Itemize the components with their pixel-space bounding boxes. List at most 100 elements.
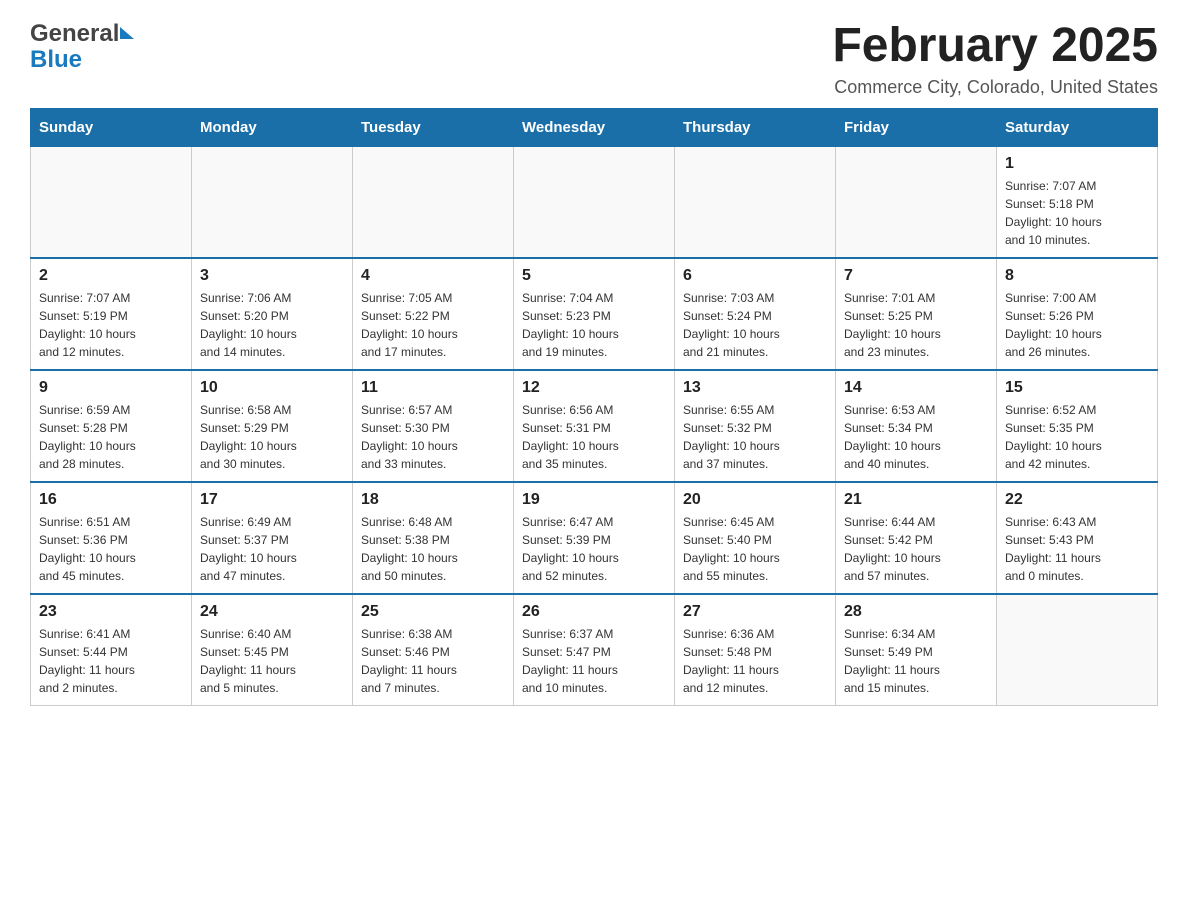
day-number: 5 [522, 267, 666, 285]
day-number: 11 [361, 379, 505, 397]
day-info: Sunrise: 6:55 AMSunset: 5:32 PMDaylight:… [683, 401, 827, 473]
day-info: Sunrise: 6:43 AMSunset: 5:43 PMDaylight:… [1005, 513, 1149, 585]
calendar-day: 1 Sunrise: 7:07 AMSunset: 5:18 PMDaylight… [997, 146, 1158, 258]
week-row-2: 2 Sunrise: 7:07 AMSunset: 5:19 PMDaylight… [31, 258, 1158, 370]
day-info: Sunrise: 7:07 AMSunset: 5:18 PMDaylight:… [1005, 177, 1149, 249]
calendar-day: 11 Sunrise: 6:57 AMSunset: 5:30 PMDayligh… [353, 370, 514, 482]
day-info: Sunrise: 6:52 AMSunset: 5:35 PMDaylight:… [1005, 401, 1149, 473]
week-row-4: 16 Sunrise: 6:51 AMSunset: 5:36 PMDayligh… [31, 482, 1158, 594]
header-day-thursday: Thursday [675, 108, 836, 146]
calendar-day: 21Sunrise: 6:44 AMSunset: 5:42 PMDayligh… [836, 482, 997, 594]
calendar-day: 15 Sunrise: 6:52 AMSunset: 5:35 PMDayligh… [997, 370, 1158, 482]
calendar-day: 16 Sunrise: 6:51 AMSunset: 5:36 PMDayligh… [31, 482, 192, 594]
calendar-day [514, 146, 675, 258]
day-info: Sunrise: 7:00 AMSunset: 5:26 PMDaylight:… [1005, 289, 1149, 361]
calendar-header: SundayMondayTuesdayWednesdayThursdayFrid… [31, 108, 1158, 146]
day-info: Sunrise: 7:07 AMSunset: 5:19 PMDaylight:… [39, 289, 183, 361]
header-day-monday: Monday [192, 108, 353, 146]
calendar-day: 19 Sunrise: 6:47 AMSunset: 5:39 PMDayligh… [514, 482, 675, 594]
logo-blue-text: Blue [30, 46, 82, 74]
calendar-day [192, 146, 353, 258]
day-number: 4 [361, 267, 505, 285]
month-year-title: February 2025 [832, 20, 1158, 73]
calendar-day: 17Sunrise: 6:49 AMSunset: 5:37 PMDayligh… [192, 482, 353, 594]
day-number: 22 [1005, 491, 1149, 509]
day-number: 26 [522, 603, 666, 621]
logo-arrow-icon [120, 27, 134, 39]
calendar-day: 28 Sunrise: 6:34 AMSunset: 5:49 PMDayligh… [836, 594, 997, 706]
day-number: 2 [39, 267, 183, 285]
calendar-day [675, 146, 836, 258]
calendar-day: 13Sunrise: 6:55 AMSunset: 5:32 PMDayligh… [675, 370, 836, 482]
day-number: 27 [683, 603, 827, 621]
calendar-day: 18Sunrise: 6:48 AMSunset: 5:38 PMDayligh… [353, 482, 514, 594]
day-info: Sunrise: 6:58 AMSunset: 5:29 PMDaylight:… [200, 401, 344, 473]
day-info: Sunrise: 6:45 AMSunset: 5:40 PMDaylight:… [683, 513, 827, 585]
location-subtitle: Commerce City, Colorado, United States [832, 77, 1158, 98]
day-number: 28 [844, 603, 988, 621]
calendar-body: 1 Sunrise: 7:07 AMSunset: 5:18 PMDaylight… [31, 146, 1158, 705]
day-info: Sunrise: 6:59 AMSunset: 5:28 PMDaylight:… [39, 401, 183, 473]
calendar-day: 6 Sunrise: 7:03 AMSunset: 5:24 PMDaylight… [675, 258, 836, 370]
day-info: Sunrise: 6:38 AMSunset: 5:46 PMDaylight:… [361, 625, 505, 697]
calendar-day: 12 Sunrise: 6:56 AMSunset: 5:31 PMDayligh… [514, 370, 675, 482]
day-info: Sunrise: 6:47 AMSunset: 5:39 PMDaylight:… [522, 513, 666, 585]
day-number: 16 [39, 491, 183, 509]
day-number: 25 [361, 603, 505, 621]
day-number: 12 [522, 379, 666, 397]
calendar-day: 25 Sunrise: 6:38 AMSunset: 5:46 PMDayligh… [353, 594, 514, 706]
calendar-day: 22 Sunrise: 6:43 AMSunset: 5:43 PMDayligh… [997, 482, 1158, 594]
calendar-day [997, 594, 1158, 706]
calendar-day: 7 Sunrise: 7:01 AMSunset: 5:25 PMDaylight… [836, 258, 997, 370]
day-number: 10 [200, 379, 344, 397]
day-number: 1 [1005, 155, 1149, 173]
calendar-day: 14Sunrise: 6:53 AMSunset: 5:34 PMDayligh… [836, 370, 997, 482]
day-info: Sunrise: 6:57 AMSunset: 5:30 PMDaylight:… [361, 401, 505, 473]
week-row-5: 23Sunrise: 6:41 AMSunset: 5:44 PMDayligh… [31, 594, 1158, 706]
calendar-day: 23Sunrise: 6:41 AMSunset: 5:44 PMDayligh… [31, 594, 192, 706]
calendar-day: 20Sunrise: 6:45 AMSunset: 5:40 PMDayligh… [675, 482, 836, 594]
day-info: Sunrise: 6:56 AMSunset: 5:31 PMDaylight:… [522, 401, 666, 473]
header-day-saturday: Saturday [997, 108, 1158, 146]
day-number: 19 [522, 491, 666, 509]
calendar-day [353, 146, 514, 258]
page-header: General Blue February 2025 Commerce City… [30, 20, 1158, 98]
day-number: 3 [200, 267, 344, 285]
day-number: 8 [1005, 267, 1149, 285]
week-row-1: 1 Sunrise: 7:07 AMSunset: 5:18 PMDaylight… [31, 146, 1158, 258]
logo: General Blue [30, 20, 134, 74]
calendar-day: 9 Sunrise: 6:59 AMSunset: 5:28 PMDaylight… [31, 370, 192, 482]
day-number: 6 [683, 267, 827, 285]
calendar-day: 27 Sunrise: 6:36 AMSunset: 5:48 PMDayligh… [675, 594, 836, 706]
calendar-day: 4 Sunrise: 7:05 AMSunset: 5:22 PMDaylight… [353, 258, 514, 370]
header-day-tuesday: Tuesday [353, 108, 514, 146]
day-info: Sunrise: 7:03 AMSunset: 5:24 PMDaylight:… [683, 289, 827, 361]
day-number: 9 [39, 379, 183, 397]
calendar-table: SundayMondayTuesdayWednesdayThursdayFrid… [30, 108, 1158, 706]
day-info: Sunrise: 6:37 AMSunset: 5:47 PMDaylight:… [522, 625, 666, 697]
calendar-day: 2 Sunrise: 7:07 AMSunset: 5:19 PMDaylight… [31, 258, 192, 370]
day-number: 17 [200, 491, 344, 509]
day-info: Sunrise: 6:34 AMSunset: 5:49 PMDaylight:… [844, 625, 988, 697]
day-info: Sunrise: 6:40 AMSunset: 5:45 PMDaylight:… [200, 625, 344, 697]
day-info: Sunrise: 6:44 AMSunset: 5:42 PMDaylight:… [844, 513, 988, 585]
calendar-day: 5Sunrise: 7:04 AMSunset: 5:23 PMDaylight… [514, 258, 675, 370]
day-number: 15 [1005, 379, 1149, 397]
day-info: Sunrise: 7:01 AMSunset: 5:25 PMDaylight:… [844, 289, 988, 361]
day-info: Sunrise: 6:48 AMSunset: 5:38 PMDaylight:… [361, 513, 505, 585]
day-info: Sunrise: 7:05 AMSunset: 5:22 PMDaylight:… [361, 289, 505, 361]
title-section: February 2025 Commerce City, Colorado, U… [832, 20, 1158, 98]
day-info: Sunrise: 6:51 AMSunset: 5:36 PMDaylight:… [39, 513, 183, 585]
header-day-sunday: Sunday [31, 108, 192, 146]
calendar-day [31, 146, 192, 258]
day-info: Sunrise: 7:06 AMSunset: 5:20 PMDaylight:… [200, 289, 344, 361]
day-number: 7 [844, 267, 988, 285]
calendar-day: 24 Sunrise: 6:40 AMSunset: 5:45 PMDayligh… [192, 594, 353, 706]
day-number: 14 [844, 379, 988, 397]
header-row: SundayMondayTuesdayWednesdayThursdayFrid… [31, 108, 1158, 146]
day-number: 24 [200, 603, 344, 621]
day-info: Sunrise: 6:41 AMSunset: 5:44 PMDaylight:… [39, 625, 183, 697]
logo-general-text: General [30, 20, 119, 48]
calendar-day: 10 Sunrise: 6:58 AMSunset: 5:29 PMDayligh… [192, 370, 353, 482]
day-info: Sunrise: 6:36 AMSunset: 5:48 PMDaylight:… [683, 625, 827, 697]
